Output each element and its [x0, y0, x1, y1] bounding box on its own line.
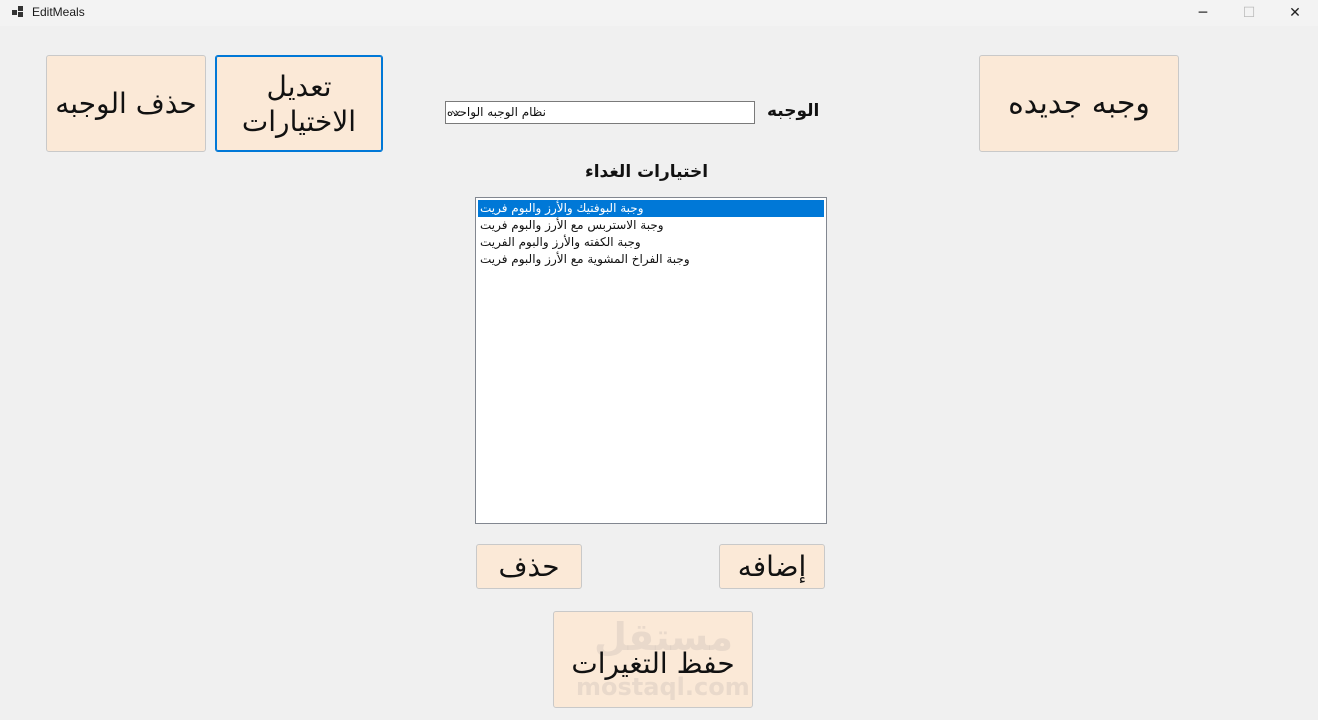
- app-window-icon: [12, 6, 24, 18]
- lunch-choices-list[interactable]: وجبة البوفتيك والأرز والبوم فريت وجبة ال…: [475, 197, 827, 524]
- delete-meal-button[interactable]: حذف الوجبه: [46, 55, 206, 152]
- minimize-button[interactable]: ─: [1180, 0, 1226, 26]
- list-item[interactable]: وجبة الاستربس مع الأرز والبوم فريت: [478, 217, 824, 234]
- list-item[interactable]: وجبة الفراخ المشوية مع الأرز والبوم فريت: [478, 251, 824, 268]
- title-bar: EditMeals ─ ☐ ✕: [0, 0, 1318, 26]
- maximize-icon: ☐: [1242, 5, 1256, 21]
- meal-label: الوجبه: [767, 101, 820, 121]
- close-button[interactable]: ✕: [1272, 0, 1318, 26]
- meal-type-dropdown[interactable]: نظام الوجبه الواحده: [445, 101, 755, 124]
- new-meal-button[interactable]: وجبه جديده: [979, 55, 1179, 152]
- list-item[interactable]: وجبة البوفتيك والأرز والبوم فريت: [478, 200, 824, 217]
- window-title: EditMeals: [32, 5, 85, 19]
- save-changes-button[interactable]: مستقل mostaql.com حفظ التغيرات: [553, 611, 753, 708]
- close-icon: ✕: [1289, 5, 1301, 21]
- lunch-choices-label: اختيارات الغداء: [585, 162, 709, 182]
- delete-choice-button[interactable]: حذف: [476, 544, 582, 589]
- chevron-down-icon[interactable]: [446, 102, 466, 123]
- edit-choices-button[interactable]: تعديل الاختيارات: [215, 55, 383, 152]
- minimize-icon: ─: [1198, 5, 1208, 21]
- list-item[interactable]: وجبة الكفته والأرز والبوم الفريت: [478, 234, 824, 251]
- add-choice-button[interactable]: إضافه: [719, 544, 825, 589]
- save-changes-label: حفظ التغيرات: [571, 647, 735, 680]
- maximize-button[interactable]: ☐: [1226, 0, 1272, 26]
